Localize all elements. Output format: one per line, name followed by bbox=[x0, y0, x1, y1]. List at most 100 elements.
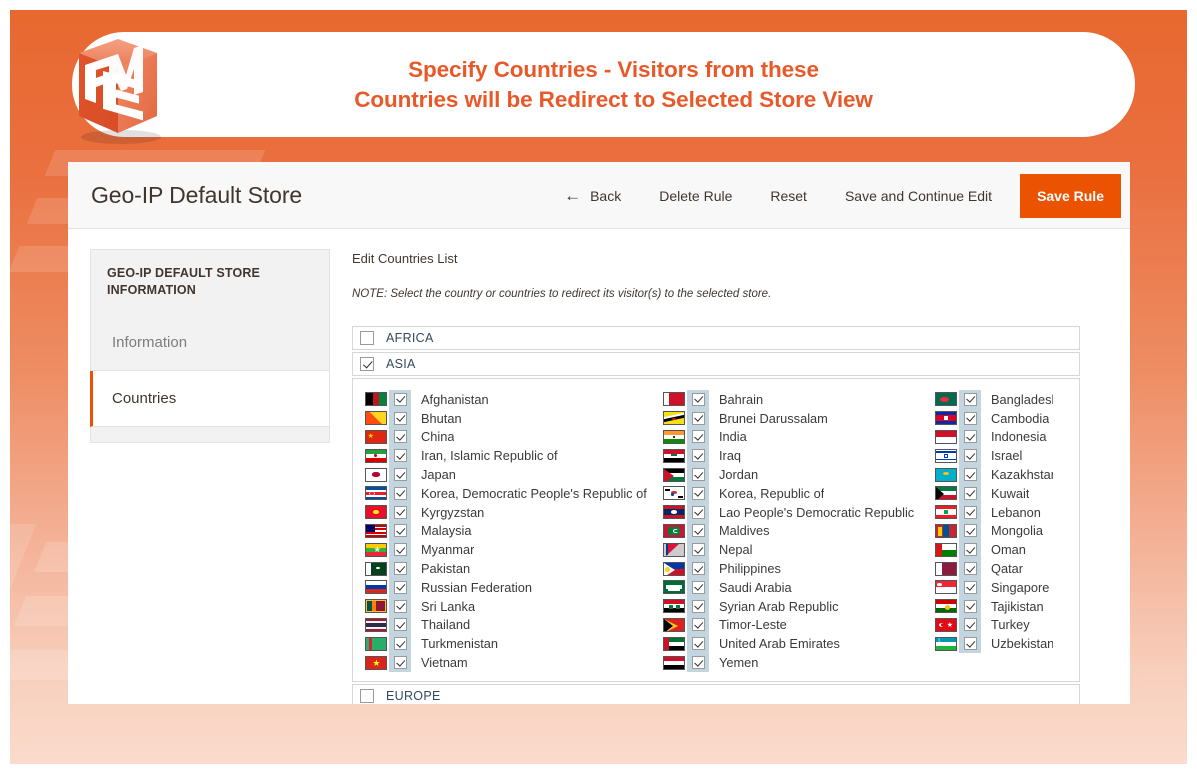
country-checkbox[interactable] bbox=[394, 524, 407, 537]
country-row[interactable]: Japan bbox=[365, 465, 663, 484]
country-row[interactable]: Kazakhstan bbox=[935, 465, 1053, 484]
country-checkbox-cell[interactable] bbox=[687, 559, 709, 578]
country-row[interactable]: ★Turkey bbox=[935, 616, 1053, 635]
country-checkbox[interactable] bbox=[964, 562, 977, 575]
country-checkbox[interactable] bbox=[394, 412, 407, 425]
country-checkbox-cell[interactable] bbox=[389, 616, 411, 635]
country-row[interactable]: Bahrain bbox=[663, 390, 935, 409]
country-row[interactable]: Cambodia bbox=[935, 409, 1053, 428]
country-checkbox-cell[interactable] bbox=[389, 597, 411, 616]
country-checkbox[interactable] bbox=[964, 543, 977, 556]
continent-checkbox-europe[interactable] bbox=[360, 689, 374, 703]
country-row[interactable]: Tajikistan bbox=[935, 597, 1053, 616]
save-and-continue-edit-button[interactable]: Save and Continue Edit bbox=[826, 188, 1011, 204]
country-checkbox[interactable] bbox=[964, 581, 977, 594]
country-checkbox-cell[interactable] bbox=[389, 484, 411, 503]
country-checkbox-cell[interactable] bbox=[389, 653, 411, 672]
country-checkbox-cell[interactable] bbox=[959, 559, 981, 578]
country-checkbox-cell[interactable] bbox=[389, 634, 411, 653]
country-checkbox-cell[interactable] bbox=[687, 634, 709, 653]
country-checkbox-cell[interactable] bbox=[389, 428, 411, 447]
country-checkbox[interactable] bbox=[394, 393, 407, 406]
country-checkbox[interactable] bbox=[394, 618, 407, 631]
country-row[interactable]: Timor-Leste bbox=[663, 616, 935, 635]
country-checkbox[interactable] bbox=[394, 506, 407, 519]
country-checkbox-cell[interactable] bbox=[959, 634, 981, 653]
country-checkbox-cell[interactable] bbox=[389, 409, 411, 428]
country-checkbox-cell[interactable] bbox=[389, 503, 411, 522]
country-checkbox-cell[interactable] bbox=[959, 522, 981, 541]
country-checkbox[interactable] bbox=[394, 468, 407, 481]
country-checkbox[interactable] bbox=[692, 468, 705, 481]
country-checkbox-cell[interactable] bbox=[959, 503, 981, 522]
continent-checkbox-asia[interactable] bbox=[360, 357, 374, 371]
country-checkbox-cell[interactable] bbox=[687, 409, 709, 428]
country-row[interactable]: Saudi Arabia bbox=[663, 578, 935, 597]
country-row[interactable]: Israel bbox=[935, 446, 1053, 465]
country-row[interactable]: Lao People's Democratic Republic bbox=[663, 503, 935, 522]
country-checkbox[interactable] bbox=[394, 656, 407, 669]
country-checkbox[interactable] bbox=[394, 581, 407, 594]
country-checkbox-cell[interactable] bbox=[959, 428, 981, 447]
country-row[interactable]: Indonesia bbox=[935, 428, 1053, 447]
country-checkbox[interactable] bbox=[394, 600, 407, 613]
country-checkbox[interactable] bbox=[692, 600, 705, 613]
country-checkbox-cell[interactable] bbox=[959, 616, 981, 635]
country-row[interactable]: Philippines bbox=[663, 559, 935, 578]
country-row[interactable]: Mongolia bbox=[935, 522, 1053, 541]
country-row[interactable]: Oman bbox=[935, 540, 1053, 559]
country-row[interactable]: Russian Federation bbox=[365, 578, 663, 597]
country-checkbox[interactable] bbox=[394, 449, 407, 462]
country-checkbox[interactable] bbox=[692, 543, 705, 556]
country-checkbox[interactable] bbox=[692, 506, 705, 519]
delete-rule-button[interactable]: Delete Rule bbox=[640, 188, 751, 204]
country-checkbox[interactable] bbox=[692, 656, 705, 669]
country-checkbox[interactable] bbox=[964, 506, 977, 519]
country-row[interactable]: Yemen bbox=[663, 653, 935, 672]
country-checkbox-cell[interactable] bbox=[959, 446, 981, 465]
country-checkbox-cell[interactable] bbox=[687, 616, 709, 635]
country-checkbox-cell[interactable] bbox=[687, 578, 709, 597]
country-row[interactable]: ★Vietnam bbox=[365, 653, 663, 672]
country-checkbox-cell[interactable] bbox=[959, 540, 981, 559]
country-checkbox[interactable] bbox=[394, 543, 407, 556]
country-checkbox-cell[interactable] bbox=[389, 578, 411, 597]
country-checkbox[interactable] bbox=[692, 618, 705, 631]
country-row[interactable]: Iraq bbox=[663, 446, 935, 465]
country-checkbox-cell[interactable] bbox=[687, 484, 709, 503]
back-button[interactable]: ← Back bbox=[540, 187, 640, 204]
country-row[interactable]: ★China bbox=[365, 428, 663, 447]
country-checkbox-cell[interactable] bbox=[389, 522, 411, 541]
country-row[interactable]: Singapore bbox=[935, 578, 1053, 597]
country-checkbox[interactable] bbox=[964, 449, 977, 462]
country-checkbox[interactable] bbox=[692, 562, 705, 575]
country-checkbox[interactable] bbox=[692, 637, 705, 650]
country-checkbox-cell[interactable] bbox=[687, 522, 709, 541]
country-row[interactable]: Turkmenistan bbox=[365, 634, 663, 653]
country-row[interactable]: Korea, Republic of bbox=[663, 484, 935, 503]
country-row[interactable]: Brunei Darussalam bbox=[663, 409, 935, 428]
country-checkbox-cell[interactable] bbox=[389, 559, 411, 578]
country-checkbox-cell[interactable] bbox=[687, 465, 709, 484]
country-checkbox[interactable] bbox=[394, 562, 407, 575]
country-checkbox[interactable] bbox=[964, 393, 977, 406]
country-checkbox-cell[interactable] bbox=[687, 540, 709, 559]
country-row[interactable]: Qatar bbox=[935, 559, 1053, 578]
country-checkbox-cell[interactable] bbox=[959, 578, 981, 597]
country-row[interactable]: Maldives bbox=[663, 522, 935, 541]
country-checkbox[interactable] bbox=[964, 487, 977, 500]
country-checkbox[interactable] bbox=[964, 412, 977, 425]
country-checkbox[interactable] bbox=[692, 430, 705, 443]
continent-row-europe[interactable]: EUROPE bbox=[352, 684, 1080, 704]
country-row[interactable]: United Arab Emirates bbox=[663, 634, 935, 653]
continent-checkbox-africa[interactable] bbox=[360, 331, 374, 345]
country-checkbox[interactable] bbox=[692, 393, 705, 406]
country-checkbox[interactable] bbox=[964, 618, 977, 631]
continent-row-africa[interactable]: AFRICA bbox=[352, 326, 1080, 350]
country-checkbox[interactable] bbox=[394, 430, 407, 443]
country-checkbox-cell[interactable] bbox=[687, 503, 709, 522]
country-checkbox-cell[interactable] bbox=[687, 390, 709, 409]
country-checkbox[interactable] bbox=[394, 487, 407, 500]
country-row[interactable]: Afghanistan bbox=[365, 390, 663, 409]
country-checkbox-cell[interactable] bbox=[959, 465, 981, 484]
